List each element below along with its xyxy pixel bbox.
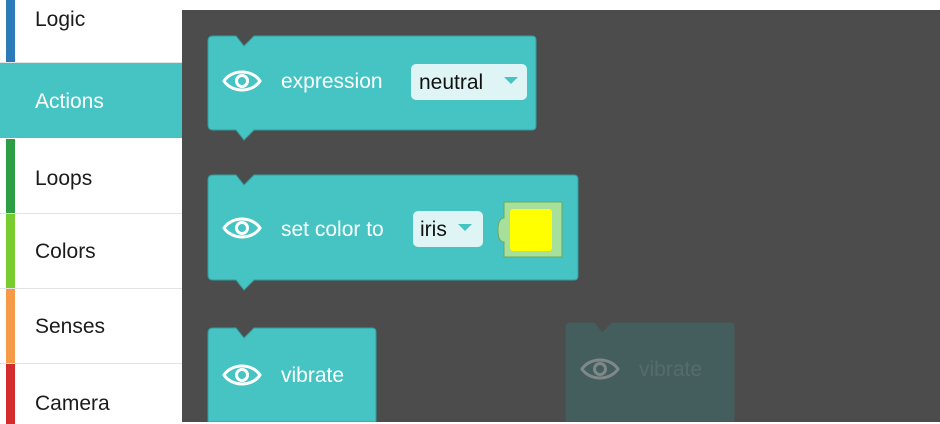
category-loops[interactable]: Loops [0, 139, 182, 214]
toolbox-sidebar: Logic Actions Loops Colors Senses Camera [0, 0, 182, 424]
set-color-block[interactable]: set color to iris [207, 174, 579, 291]
category-color-bar [6, 139, 15, 213]
dropdown-value: iris [420, 218, 447, 241]
category-colors[interactable]: Colors [0, 214, 182, 289]
category-logic[interactable]: Logic [0, 0, 182, 63]
expression-block[interactable]: expression neutral [207, 35, 537, 141]
block-label: vibrate [281, 364, 344, 387]
category-label: Colors [35, 240, 96, 263]
category-camera[interactable]: Camera [0, 364, 182, 424]
category-label: Logic [35, 8, 86, 31]
block-label: set color to [281, 218, 384, 241]
category-label: Actions [35, 90, 104, 113]
category-label: Senses [35, 315, 106, 338]
category-color-bar [6, 289, 15, 363]
category-color-bar [6, 63, 15, 138]
dropdown-value: neutral [419, 71, 483, 94]
category-senses[interactable]: Senses [0, 289, 182, 364]
category-label: Loops [35, 167, 93, 190]
color-swatch[interactable] [510, 209, 552, 251]
block-label: vibrate [639, 358, 702, 381]
category-actions[interactable]: Actions [0, 63, 182, 138]
category-color-bar [6, 214, 15, 288]
color-dropdown[interactable]: iris [413, 211, 483, 247]
blocks-workspace[interactable]: expression neutral set color to iris vib… [182, 10, 940, 422]
vibrate-block-ghost: vibrate [565, 322, 735, 422]
expression-dropdown[interactable]: neutral [411, 64, 527, 100]
category-color-bar [6, 364, 15, 424]
color-swatch-input[interactable] [497, 201, 563, 258]
block-label: expression [281, 70, 383, 93]
vibrate-block[interactable]: vibrate [207, 327, 377, 422]
category-label: Camera [35, 392, 110, 415]
category-color-bar [6, 0, 15, 62]
